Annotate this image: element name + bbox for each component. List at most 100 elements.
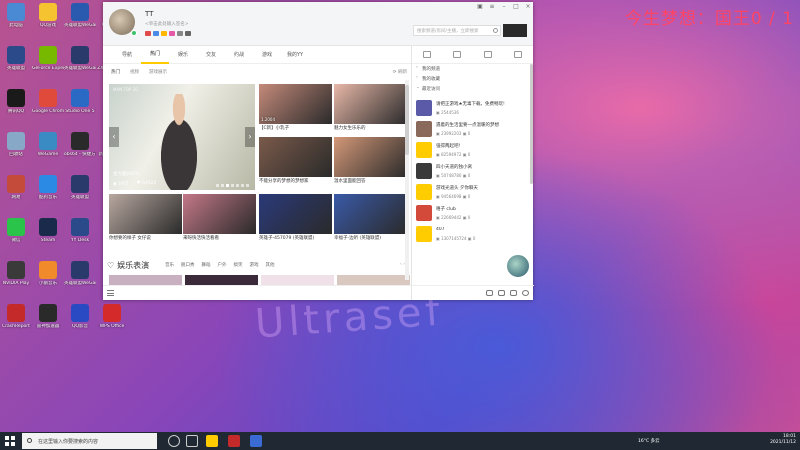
banner-dot[interactable] — [226, 184, 229, 187]
level-badge-icon[interactable] — [153, 31, 159, 36]
weather[interactable]: 16°C 多云 — [638, 438, 660, 444]
desktop-icon[interactable]: YY Desk — [64, 218, 96, 244]
desktop-icon[interactable]: 微信 — [0, 218, 32, 244]
desktop-icon[interactable]: 此电脑 — [0, 3, 32, 29]
desktop-icon[interactable]: obs64 - 快捷方式 — [64, 132, 96, 158]
section-tag[interactable]: 音乐 — [165, 262, 174, 268]
tab-1[interactable]: 热门 — [141, 46, 169, 64]
tab-6[interactable]: 我的YY — [281, 46, 309, 64]
desktop-icon[interactable]: 回收站 — [0, 132, 32, 158]
recent-item[interactable]: 四小天道的独小窝 ▣ 50748780 ▣ 0 — [412, 161, 530, 182]
content-scrollbar[interactable] — [405, 80, 409, 280]
section-tag[interactable]: 户外 — [218, 262, 227, 268]
mail-badge-icon[interactable] — [177, 31, 183, 36]
tab-4[interactable]: 约战 — [225, 46, 253, 64]
folder-icon[interactable] — [206, 435, 218, 447]
clock[interactable]: 18:01 2021/11/12 — [770, 434, 796, 446]
tab-3[interactable]: 交友 — [197, 46, 225, 64]
banner-next-icon[interactable]: › — [245, 127, 255, 147]
recent-item[interactable]: 遇着的生活里要一点温暖的梦想 ▣ 23992203 ▣ 0 — [412, 119, 530, 140]
section-tag[interactable]: 搞笑 — [234, 262, 243, 268]
recent-item[interactable]: 嘻子 club ▣ 22669442 ▣ 0 — [412, 203, 530, 224]
minimize-icon[interactable]: – — [501, 4, 507, 10]
banner-dot[interactable] — [221, 184, 224, 187]
desktop-icon[interactable]: QQ游戏 — [32, 3, 64, 29]
banner-dot[interactable] — [216, 184, 219, 187]
live-card[interactable]: 你想要的样子 女仔说 — [109, 194, 182, 242]
preview-thumb[interactable] — [337, 275, 410, 285]
desktop-icon[interactable]: 小鹅音乐 — [32, 261, 64, 287]
live-card[interactable]: 温水里面能回答 — [334, 137, 407, 185]
search-button[interactable] — [503, 24, 527, 37]
signature[interactable]: <单击此处输入签名> — [145, 21, 189, 27]
live-card[interactable]: 幸福子-边听 (英雄联盟) — [334, 194, 407, 242]
desktop-icon[interactable]: WPS Office — [96, 304, 128, 330]
subtab-1[interactable]: 视频 — [130, 69, 139, 75]
close-icon[interactable]: × — [525, 4, 531, 10]
preview-thumb[interactable] — [261, 275, 334, 285]
tab-0[interactable]: 导航 — [113, 46, 141, 64]
right-panel-scrollbar[interactable] — [530, 64, 533, 184]
maximize-icon[interactable]: □ — [513, 4, 519, 10]
contacts-icon[interactable] — [453, 51, 462, 58]
groups-icon[interactable] — [483, 51, 492, 58]
menu-icon[interactable]: ≡ — [489, 4, 495, 10]
desktop-icon[interactable]: 英雄联盟WeGame — [64, 3, 96, 29]
live-card[interactable]: 不能分享的梦想的梦想家 — [259, 137, 332, 185]
app-icon[interactable] — [498, 290, 505, 296]
group-0[interactable]: 我的频道 — [412, 64, 533, 74]
desktop-icon[interactable]: GeForce Experience — [32, 46, 64, 72]
banner-dot[interactable] — [236, 184, 239, 187]
crown-badge-icon[interactable] — [161, 31, 167, 36]
recent-item[interactable]: 强得两起吧! ▣ 82594972 ▣ 0 — [412, 140, 530, 161]
preview-thumb[interactable] — [109, 275, 182, 285]
featured-banner[interactable]: MAN TOP 30 ‹ › 金大腿(HOT) ◉ 19万 ♥ 64922 — [109, 84, 255, 190]
desktop-icon[interactable]: 酷狗音乐 — [32, 175, 64, 201]
banner-dot[interactable] — [246, 184, 249, 187]
desktop-icon[interactable]: QQ影音 — [64, 304, 96, 330]
preview-thumb[interactable] — [185, 275, 258, 285]
desktop-icon[interactable]: CrashReport — [0, 304, 32, 330]
live-card[interactable]: 来呀快活快活看看 — [183, 194, 256, 242]
desktop-icon[interactable]: 雷神加速器 — [32, 304, 64, 330]
desktop-icon[interactable]: Google Chrome — [32, 89, 64, 115]
live-card[interactable]: 魅力女生乐乐的 — [334, 84, 407, 132]
desktop-icon[interactable]: Studio One 5 — [64, 89, 96, 115]
desktop-icon[interactable]: 英雄联盟WeGame版 — [64, 46, 96, 72]
home-icon[interactable] — [423, 51, 432, 58]
search-icon[interactable] — [493, 28, 498, 33]
desktop-icon[interactable]: 网易 — [0, 175, 32, 201]
settings-icon[interactable] — [510, 290, 517, 296]
skin-icon[interactable]: ▣ — [477, 4, 483, 10]
banner-dot[interactable] — [231, 184, 234, 187]
desktop-icon[interactable]: NVIDIA Play — [0, 261, 32, 287]
desktop-icon[interactable]: 英雄联盟 — [0, 46, 32, 72]
desktop-icon[interactable]: 英雄联盟 — [64, 175, 96, 201]
subtab-0[interactable]: 热门 — [111, 69, 120, 75]
group-1[interactable]: 我的收藏 — [412, 74, 533, 84]
desktop-icon[interactable]: 英雄联盟WeGame版 — [64, 261, 96, 287]
scroll-thumb[interactable] — [405, 85, 409, 155]
group-2[interactable]: 最近访问 — [412, 84, 533, 94]
skin-badge-icon[interactable] — [185, 31, 191, 36]
live-card[interactable]: 1.2004 【C新】小乳子 — [259, 84, 332, 132]
heart-badge-icon[interactable] — [169, 31, 175, 36]
task-view-icon[interactable] — [186, 435, 198, 447]
recent-item[interactable]: 游戏光道头 夕你聊天 ▣ 94564698 ▣ 0 — [412, 182, 530, 203]
tab-2[interactable]: 娱乐 — [169, 46, 197, 64]
section-tag[interactable]: 脱口秀 — [181, 262, 195, 268]
desktop-icon[interactable]: Steam — [32, 218, 64, 244]
desktop-icon[interactable]: WeGame — [32, 132, 64, 158]
main-menu-icon[interactable] — [107, 290, 114, 296]
section-tag[interactable]: 其他 — [266, 262, 275, 268]
refresh-button[interactable]: ⟳ 刷新 — [393, 69, 407, 75]
start-button[interactable] — [5, 436, 15, 446]
vip-badge-icon[interactable] — [145, 31, 151, 36]
banner-prev-icon[interactable]: ‹ — [109, 127, 119, 147]
search-icon[interactable] — [522, 290, 529, 296]
tab-5[interactable]: 游戏 — [253, 46, 281, 64]
steam-icon[interactable] — [250, 435, 262, 447]
messages-icon[interactable] — [513, 51, 522, 58]
search-input[interactable]: 搜索频道/房间/主播，立即搜索 — [413, 25, 501, 36]
floating-avatar[interactable] — [506, 254, 530, 278]
